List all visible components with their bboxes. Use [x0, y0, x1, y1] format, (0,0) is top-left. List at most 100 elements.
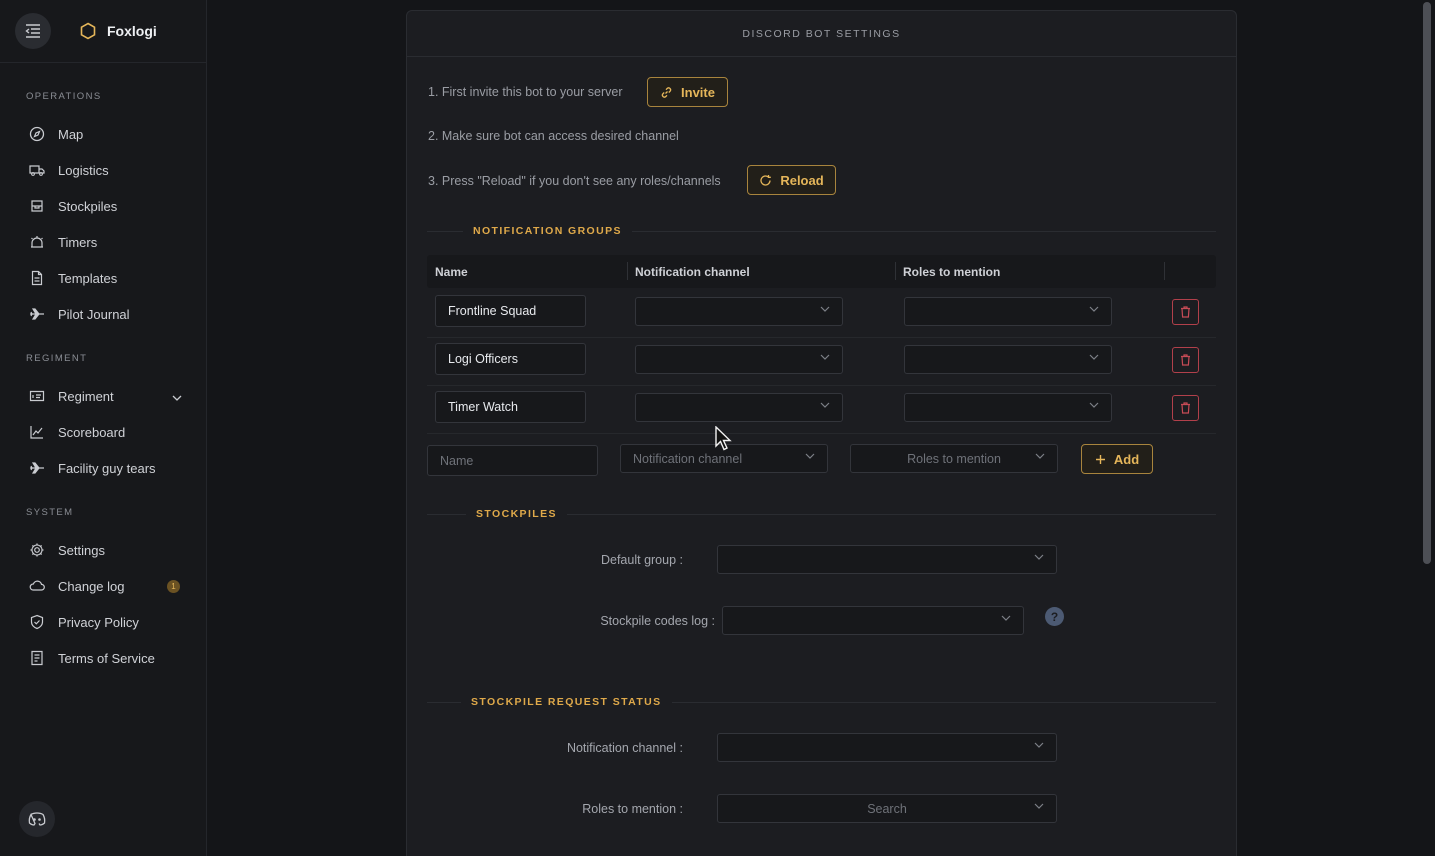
panel-title: DISCORD BOT SETTINGS — [407, 11, 1236, 57]
cloud-icon — [28, 577, 46, 595]
chart-line-icon — [28, 423, 46, 441]
notification-channel-select[interactable] — [635, 297, 843, 326]
id-card-icon — [28, 387, 46, 405]
brand[interactable]: Foxlogi — [79, 22, 157, 40]
add-group-button[interactable]: Add — [1081, 444, 1153, 474]
request-channel-select[interactable] — [717, 733, 1057, 762]
reload-label: Reload — [780, 172, 824, 188]
trash-icon — [1181, 402, 1190, 414]
document-list-icon — [28, 649, 46, 667]
sidebar-item-facility-guy-tears[interactable]: Facility guy tears — [28, 456, 188, 480]
sidebar-item-timers[interactable]: Timers — [28, 230, 188, 254]
box-icon — [28, 197, 46, 215]
alarm-icon — [28, 233, 46, 251]
plus-icon — [1095, 454, 1105, 464]
delete-button[interactable] — [1172, 395, 1199, 421]
select-placeholder: Roles to mention — [907, 451, 1001, 466]
chevron-down-icon — [1089, 354, 1099, 360]
chevron-down-icon — [1034, 742, 1044, 748]
group-name-input[interactable]: Frontline Squad — [435, 295, 586, 327]
menu-toggle-button[interactable] — [15, 13, 51, 49]
delete-button[interactable] — [1172, 347, 1199, 373]
trash-icon — [1181, 306, 1190, 318]
sidebar-item-map[interactable]: Map — [28, 122, 188, 146]
trash-icon — [1181, 354, 1190, 366]
chevron-down-icon — [820, 354, 830, 360]
stockpiles-title: STOCKPILES — [466, 508, 567, 520]
sidebar-item-label: Pilot Journal — [58, 306, 130, 322]
sidebar-item-label: Scoreboard — [58, 424, 126, 440]
scrollbar-thumb[interactable] — [1423, 2, 1431, 564]
roles-select[interactable] — [904, 297, 1112, 326]
section-label-regiment: REGIMENT — [26, 353, 88, 364]
sidebar-item-label: Regiment — [58, 388, 114, 404]
table-header: Name Notification channel Roles to menti… — [427, 255, 1216, 288]
sidebar-item-privacy-policy[interactable]: Privacy Policy — [28, 610, 188, 634]
step-3-text: 3. Press "Reload" if you don't see any r… — [428, 174, 721, 188]
select-placeholder: Search — [867, 801, 907, 816]
discord-button[interactable] — [19, 801, 55, 837]
roles-select[interactable] — [904, 393, 1112, 422]
select-placeholder: Notification channel — [633, 451, 743, 466]
reload-button[interactable]: Reload — [747, 165, 836, 195]
column-separator — [627, 262, 628, 280]
default-group-select[interactable] — [717, 545, 1057, 574]
chevron-down-icon — [805, 453, 815, 459]
refresh-icon — [760, 174, 772, 186]
mouse-cursor-icon — [715, 426, 732, 451]
chevron-down-icon — [1034, 803, 1044, 809]
notification-channel-select[interactable] — [635, 345, 843, 374]
row-divider — [427, 433, 1216, 434]
sidebar-item-logistics[interactable]: Logistics — [28, 158, 188, 182]
discord-icon — [28, 812, 46, 826]
notification-channel-select[interactable] — [635, 393, 843, 422]
chevron-down-icon — [820, 402, 830, 408]
sidebar-item-scoreboard[interactable]: Scoreboard — [28, 420, 188, 444]
compass-icon — [28, 125, 46, 143]
row-divider — [427, 385, 1216, 386]
sidebar-header: Foxlogi — [0, 0, 206, 63]
column-separator — [1164, 262, 1165, 280]
group-name-input[interactable]: Timer Watch — [435, 391, 586, 423]
sidebar-item-templates[interactable]: Templates — [28, 266, 188, 290]
sidebar-item-label: Map — [58, 126, 84, 142]
sidebar-item-pilot-journal[interactable]: Pilot Journal — [28, 302, 188, 326]
sidebar-item-label: Logistics — [58, 162, 109, 178]
help-icon[interactable]: ? — [1045, 607, 1064, 626]
sidebar-item-regiment[interactable]: Regiment — [28, 384, 188, 408]
group-name-input[interactable]: Logi Officers — [435, 343, 586, 375]
sidebar-item-settings[interactable]: Settings — [28, 538, 188, 562]
chevron-down-icon — [1035, 453, 1045, 459]
chevron-down-icon — [820, 306, 830, 312]
new-roles-select[interactable]: Roles to mention — [850, 444, 1058, 473]
chevron-down-icon — [1089, 306, 1099, 312]
sidebar-item-stockpiles[interactable]: Stockpiles — [28, 194, 188, 218]
sidebar-item-label: Settings — [58, 542, 105, 558]
stockpile-request-status-title: STOCKPILE REQUEST STATUS — [461, 696, 672, 708]
column-header-channel: Notification channel — [635, 265, 750, 279]
new-group-name-input[interactable]: Name — [427, 445, 598, 476]
app-name: Foxlogi — [107, 23, 157, 39]
section-label-operations: OPERATIONS — [26, 91, 102, 102]
roles-select[interactable] — [904, 345, 1112, 374]
step-2-text: 2. Make sure bot can access desired chan… — [428, 129, 679, 143]
link-icon — [661, 86, 672, 98]
sidebar-item-terms-of-service[interactable]: Terms of Service — [28, 646, 188, 670]
hexagon-logo-icon — [80, 22, 96, 40]
page-scrollbar[interactable] — [1419, 0, 1435, 856]
chevron-down-icon — [1034, 554, 1044, 560]
invite-button[interactable]: Invite — [647, 77, 728, 107]
stockpile-codes-log-select[interactable] — [722, 606, 1024, 635]
sidebar-item-change-log[interactable]: Change log 1 — [28, 574, 188, 598]
request-roles-select[interactable]: Search — [717, 794, 1057, 823]
chevron-down-icon — [1001, 615, 1011, 621]
sidebar-item-label: Templates — [58, 270, 118, 286]
request-channel-label: Notification channel : — [566, 741, 683, 755]
sidebar-item-label: Stockpiles — [58, 198, 118, 214]
delete-button[interactable] — [1172, 299, 1199, 325]
sidebar-item-label: Privacy Policy — [58, 614, 139, 630]
chevron-down-icon[interactable] — [172, 389, 182, 404]
document-icon — [28, 269, 46, 287]
gear-icon — [28, 541, 46, 559]
row-divider — [427, 337, 1216, 338]
